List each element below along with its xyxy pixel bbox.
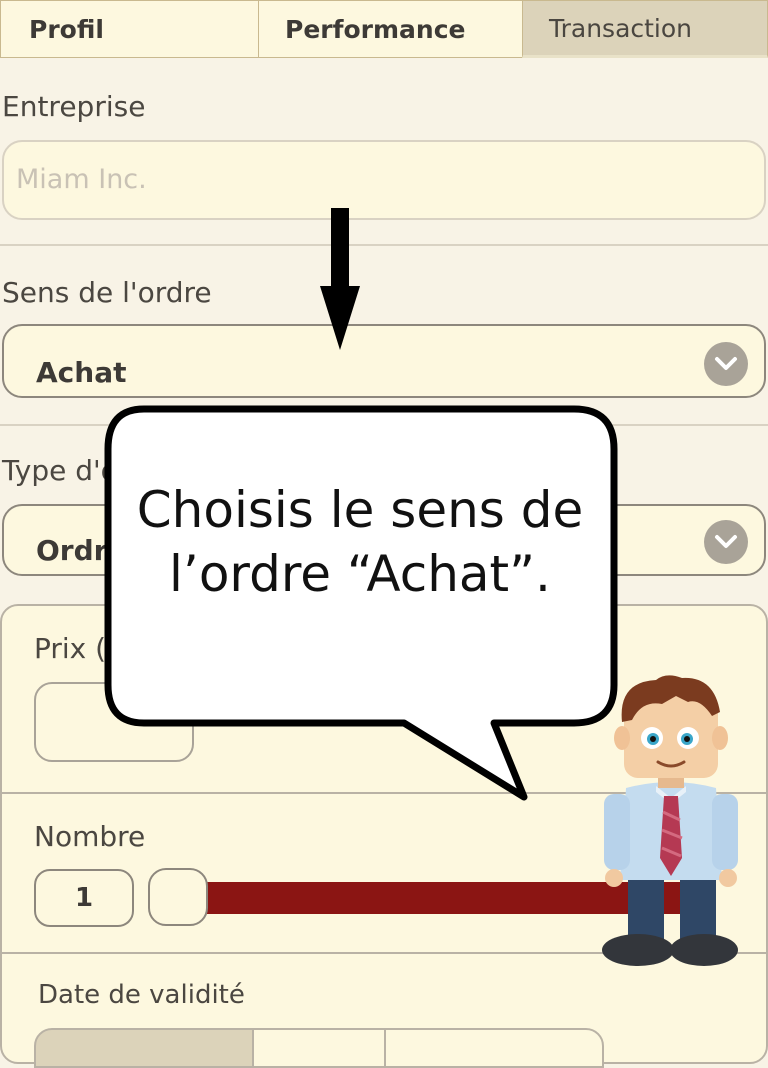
sens-value: Achat <box>36 356 127 389</box>
tab-transaction[interactable]: Transaction <box>522 0 768 58</box>
chevron-down-icon <box>704 520 748 564</box>
arrow-down-icon <box>320 208 360 350</box>
entreprise-label: Entreprise <box>2 90 146 123</box>
nombre-label: Nombre <box>34 820 146 853</box>
nombre-input[interactable]: 1 <box>34 869 134 927</box>
validite-segment-3[interactable] <box>384 1028 604 1068</box>
entreprise-placeholder: Miam Inc. <box>16 164 147 195</box>
mascot-character <box>602 675 738 966</box>
validite-segment-1[interactable] <box>34 1028 254 1068</box>
sens-label: Sens de l'ordre <box>2 276 212 309</box>
tab-bar: Profil Performance Transaction <box>0 0 768 60</box>
entreprise-field[interactable]: Miam Inc. <box>2 140 766 220</box>
sens-select[interactable]: Achat <box>2 324 766 398</box>
type-ordre-label: Type d'o <box>2 454 118 487</box>
tab-profil[interactable]: Profil <box>0 0 258 58</box>
divider <box>0 244 768 246</box>
validite-segment-2[interactable] <box>252 1028 386 1068</box>
tutorial-message: Choisis le sens de l’ordre “Achat”. <box>136 481 584 603</box>
tab-performance[interactable]: Performance <box>258 0 522 58</box>
chevron-down-icon <box>704 342 748 386</box>
validite-label: Date de validité <box>38 980 245 1010</box>
nombre-value: 1 <box>74 883 94 913</box>
nombre-slider-handle[interactable] <box>148 868 208 926</box>
